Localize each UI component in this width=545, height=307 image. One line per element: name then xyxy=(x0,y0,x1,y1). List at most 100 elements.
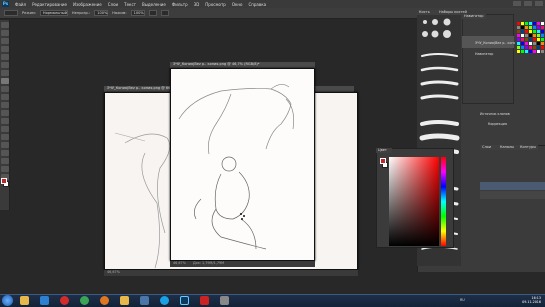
hue-slider[interactable] xyxy=(441,157,446,246)
menu-view[interactable]: Просмотр xyxy=(205,2,226,7)
menu-image[interactable]: Изображение xyxy=(73,2,102,7)
layer-row[interactable] xyxy=(480,191,545,199)
clock[interactable]: 16:13 09.11.2016 xyxy=(522,296,541,304)
mode-select[interactable]: Нормальный xyxy=(39,10,68,16)
swatch-cell[interactable] xyxy=(533,50,536,53)
swatch-cell[interactable] xyxy=(517,46,520,49)
opacity-input[interactable]: 100% xyxy=(94,10,109,16)
stamp-tool-icon[interactable] xyxy=(1,86,9,92)
menu-type[interactable]: Текст xyxy=(124,2,136,7)
chrome-icon[interactable] xyxy=(80,296,89,305)
swatch-cell[interactable] xyxy=(525,22,528,25)
swatch-cell[interactable] xyxy=(525,46,528,49)
color-panel-foreground-swatch[interactable] xyxy=(380,158,386,164)
swatch-cell[interactable] xyxy=(529,38,532,41)
hand-tool-icon[interactable] xyxy=(1,166,9,172)
menu-file[interactable]: Файл xyxy=(15,2,26,7)
swatch-cell[interactable] xyxy=(521,22,524,25)
swatch-cell[interactable] xyxy=(521,46,524,49)
photoshop-icon[interactable] xyxy=(180,296,189,305)
swatch-cell[interactable] xyxy=(529,42,532,45)
swatch-cell[interactable] xyxy=(541,50,544,53)
color-field[interactable] xyxy=(389,157,439,246)
swatch-cell[interactable] xyxy=(529,34,532,37)
swatch-cell[interactable] xyxy=(529,30,532,33)
gradient-tool-icon[interactable] xyxy=(1,110,9,116)
brush-tool-icon[interactable] xyxy=(1,78,9,84)
eraser-tool-icon[interactable] xyxy=(1,102,9,108)
maximize-icon[interactable] xyxy=(524,1,532,6)
app-icon-red[interactable] xyxy=(200,296,209,305)
swatch-cell[interactable] xyxy=(533,22,536,25)
firefox-icon[interactable] xyxy=(100,296,109,305)
tab-channels[interactable]: Каналы xyxy=(498,145,518,150)
swatch-cell[interactable] xyxy=(537,42,540,45)
tab-paths[interactable]: Контуры xyxy=(518,145,538,150)
skype-icon[interactable] xyxy=(160,296,169,305)
explorer-icon[interactable] xyxy=(20,296,29,305)
swatch-cell[interactable] xyxy=(521,34,524,37)
crop-tool-icon[interactable] xyxy=(1,54,9,60)
swatch-cell[interactable] xyxy=(525,34,528,37)
swatch-cell[interactable] xyxy=(541,22,544,25)
lasso-tool-icon[interactable] xyxy=(1,38,9,44)
foreground-color-swatch[interactable] xyxy=(1,178,7,184)
marquee-tool-icon[interactable] xyxy=(1,30,9,36)
tab-layers[interactable]: Слои xyxy=(480,145,498,150)
swatch-cell[interactable] xyxy=(529,46,532,49)
start-button[interactable] xyxy=(2,295,13,306)
path-select-tool-icon[interactable] xyxy=(1,150,9,156)
swatch-cell[interactable] xyxy=(517,22,520,25)
swatch-cell[interactable] xyxy=(521,26,524,29)
menu-help[interactable]: Справка xyxy=(248,2,266,7)
move-tool-icon[interactable] xyxy=(1,22,9,28)
swatch-cell[interactable] xyxy=(541,38,544,41)
blur-tool-icon[interactable] xyxy=(1,118,9,124)
menu-layers[interactable]: Слои xyxy=(108,2,118,7)
type-tool-icon[interactable] xyxy=(1,142,9,148)
tab-color[interactable]: Цвет xyxy=(376,148,392,153)
swatch-cell[interactable] xyxy=(533,34,536,37)
pressure-toggle[interactable] xyxy=(160,10,169,16)
airbrush-toggle[interactable] xyxy=(148,10,157,16)
swatch-cell[interactable] xyxy=(525,26,528,29)
swatch-cell[interactable] xyxy=(521,30,524,33)
swatch-cell[interactable] xyxy=(533,38,536,41)
menu-window[interactable]: Окно xyxy=(232,2,243,7)
history-item[interactable]: Коррекция xyxy=(488,122,507,126)
swatch-cell[interactable] xyxy=(533,42,536,45)
swatch-cell[interactable] xyxy=(537,38,540,41)
swatch-cell[interactable] xyxy=(537,46,540,49)
swatch-cell[interactable] xyxy=(517,50,520,53)
swatch-cell[interactable] xyxy=(525,42,528,45)
close-icon[interactable] xyxy=(535,1,543,6)
swatch-cell[interactable] xyxy=(525,50,528,53)
folder-icon[interactable] xyxy=(120,296,129,305)
tab-brush-presets[interactable]: Наборы кистей xyxy=(437,10,467,15)
swatch-cell[interactable] xyxy=(521,42,524,45)
swatch-cell[interactable] xyxy=(541,42,544,45)
tab-brush[interactable]: Кисть xyxy=(417,10,437,15)
minimize-icon[interactable] xyxy=(513,1,521,6)
swatch-cell[interactable] xyxy=(541,46,544,49)
brush-preset-picker[interactable] xyxy=(4,10,18,16)
swatch-cell[interactable] xyxy=(533,26,536,29)
history-brush-tool-icon[interactable] xyxy=(1,94,9,100)
swatch-cell[interactable] xyxy=(537,22,540,25)
document-canvas-front[interactable] xyxy=(170,68,315,261)
layer-row[interactable] xyxy=(480,182,545,190)
menu-edit[interactable]: Редактирование xyxy=(32,2,67,7)
media-player-icon[interactable] xyxy=(40,296,49,305)
pen-tool-icon[interactable] xyxy=(1,134,9,140)
menu-filter[interactable]: Фильтр xyxy=(172,2,188,7)
swatch-cell[interactable] xyxy=(541,30,544,33)
swatch-cell[interactable] xyxy=(521,38,524,41)
healing-tool-icon[interactable] xyxy=(1,70,9,76)
opera-icon[interactable] xyxy=(60,296,69,305)
dodge-tool-icon[interactable] xyxy=(1,126,9,132)
swatch-cell[interactable] xyxy=(517,30,520,33)
language-indicator[interactable]: RU xyxy=(460,298,465,302)
swatch-cell[interactable] xyxy=(529,50,532,53)
swatch-cell[interactable] xyxy=(521,50,524,53)
swatch-cell[interactable] xyxy=(525,30,528,33)
